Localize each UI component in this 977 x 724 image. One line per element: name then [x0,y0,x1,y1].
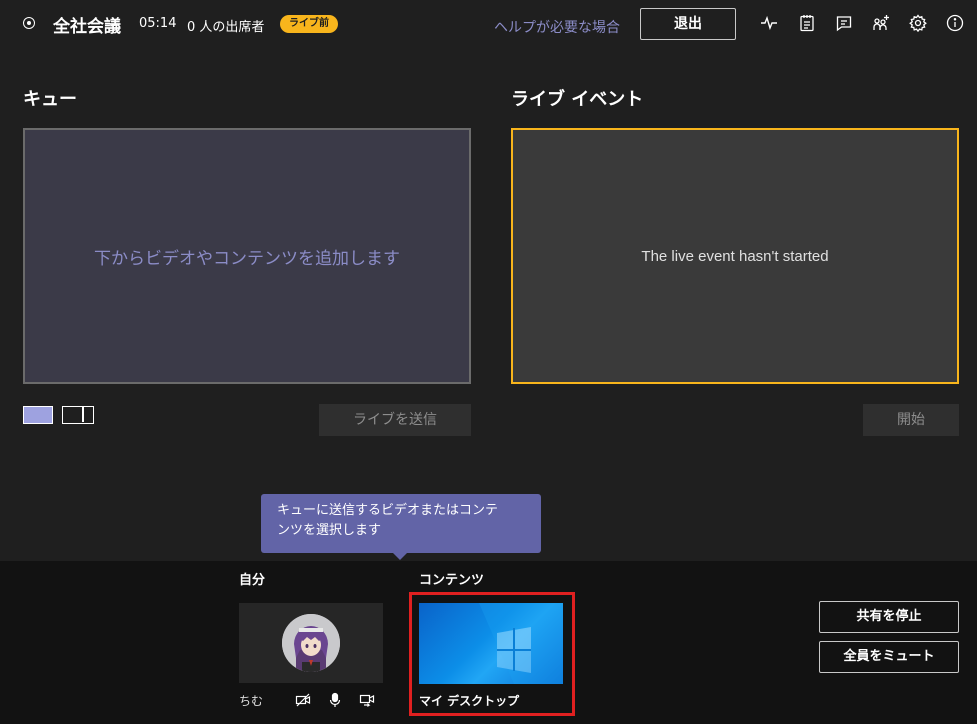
tooltip-arrow [393,553,407,560]
info-icon[interactable] [944,12,966,34]
tooltip-line-1: キューに送信するビデオまたはコンテ [277,503,499,518]
single-layout-button[interactable] [23,406,53,424]
settings-icon[interactable] [907,12,929,34]
content-label: コンテンツ [419,573,485,588]
self-video-tile[interactable] [239,603,383,683]
queue-title: キュー [23,89,77,110]
chat-icon[interactable] [833,12,855,34]
queue-panel[interactable]: 下からビデオやコンテンツを追加します [23,128,471,384]
desktop-thumbnail[interactable] [419,603,563,684]
start-button[interactable]: 開始 [863,404,959,436]
tooltip-line-2: ンツを選択します [277,523,382,538]
mute-all-button[interactable]: 全員をミュート [819,641,959,673]
meeting-title: 全社会議 [53,17,121,37]
self-name: ちむ [239,694,264,708]
queue-placeholder: 下からビデオやコンテンツを追加します [94,248,400,269]
tooltip: キューに送信するビデオまたはコンテ ンツを選択します [261,494,541,553]
attendee-count: 0 人の出席者 [187,20,265,35]
participants-add-icon[interactable] [870,12,892,34]
split-layout-button[interactable] [62,406,94,424]
send-to-queue-icon[interactable] [357,690,377,710]
live-event-panel: The live event hasn't started [511,128,959,384]
self-label: 自分 [239,573,266,588]
desktop-label: マイ デスクトップ [419,694,520,708]
send-live-button[interactable]: ライブを送信 [319,404,471,436]
recording-indicator-icon [23,17,35,29]
exit-button[interactable]: 退出 [640,8,736,40]
camera-off-icon[interactable] [293,690,313,710]
live-event-title: ライブ イベント [511,89,644,110]
notes-icon[interactable] [796,12,818,34]
microphone-icon[interactable] [325,690,345,710]
help-link[interactable]: ヘルプが必要な場合 [494,17,620,37]
stop-sharing-button[interactable]: 共有を停止 [819,601,959,633]
avatar [282,614,340,672]
health-icon[interactable] [758,12,780,34]
live-status-text: The live event hasn't started [641,247,829,265]
status-badge: ライブ前 [280,15,338,33]
meeting-timer: 05:14 [139,16,177,31]
